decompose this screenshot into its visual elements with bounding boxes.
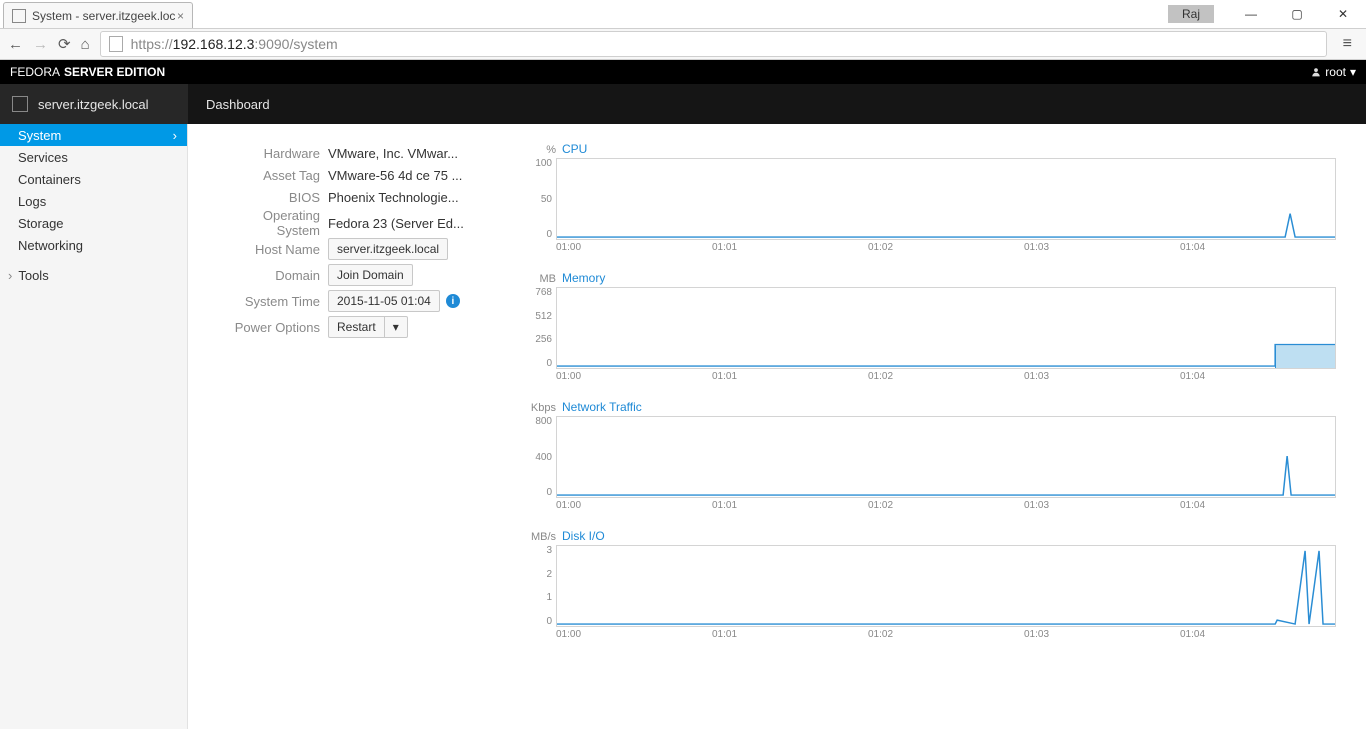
reload-button[interactable]: ⟳ bbox=[58, 35, 71, 53]
label-power: Power Options bbox=[218, 320, 328, 335]
value-hardware: VMware, Inc. VMwar... bbox=[328, 146, 488, 161]
system-time-button[interactable]: 2015-11-05 01:04 bbox=[328, 290, 440, 312]
x-axis: 01:0001:0101:0201:0301:04 bbox=[556, 371, 1336, 382]
url-scheme: https:// bbox=[131, 36, 173, 52]
sidebar-item-networking[interactable]: Networking bbox=[0, 234, 187, 256]
brand-bar: FEDORA SERVER EDITION root ▾ bbox=[0, 60, 1366, 84]
label-systime: System Time bbox=[218, 294, 328, 309]
chevron-down-icon: ▾ bbox=[1350, 65, 1356, 79]
home-button[interactable]: ⌂ bbox=[81, 36, 90, 53]
label-hardware: Hardware bbox=[218, 146, 328, 161]
label-domain: Domain bbox=[218, 268, 328, 283]
user-icon bbox=[1311, 67, 1321, 77]
join-domain-button[interactable]: Join Domain bbox=[328, 264, 413, 286]
chart-title[interactable]: CPU bbox=[562, 142, 587, 156]
y-axis: 3210 bbox=[526, 545, 556, 627]
chart-unit: MB/s bbox=[526, 531, 556, 543]
forward-button: → bbox=[33, 36, 48, 53]
address-bar[interactable]: https:// 192.168.12.3 :9090/system bbox=[100, 31, 1327, 57]
chart-unit: MB bbox=[526, 273, 556, 285]
host-selector[interactable]: server.itzgeek.local bbox=[0, 84, 188, 124]
page-icon bbox=[12, 9, 26, 23]
minimize-button[interactable]: — bbox=[1228, 7, 1274, 21]
brand-thin: FEDORA bbox=[10, 65, 60, 79]
url-host: 192.168.12.3 bbox=[173, 36, 255, 52]
sidebar: SystemServicesContainersLogsStorageNetwo… bbox=[0, 124, 188, 729]
sidebar-item-storage[interactable]: Storage bbox=[0, 212, 187, 234]
chart-title[interactable]: Network Traffic bbox=[562, 400, 642, 414]
chart-plot bbox=[556, 158, 1336, 240]
value-os: Fedora 23 (Server Ed... bbox=[328, 216, 488, 231]
y-axis: 100500 bbox=[526, 158, 556, 240]
x-axis: 01:0001:0101:0201:0301:04 bbox=[556, 500, 1336, 511]
value-assettag: VMware-56 4d ce 75 ... bbox=[328, 168, 488, 183]
sidebar-item-services[interactable]: Services bbox=[0, 146, 187, 168]
chart-title[interactable]: Disk I/O bbox=[562, 529, 605, 543]
value-bios: Phoenix Technologie... bbox=[328, 190, 488, 205]
chart-title[interactable]: Memory bbox=[562, 271, 605, 285]
x-axis: 01:0001:0101:0201:0301:04 bbox=[556, 629, 1336, 640]
hostname-button[interactable]: server.itzgeek.local bbox=[328, 238, 448, 260]
chart-cpu: % CPU 10050001:0001:0101:0201:0301:04 bbox=[526, 142, 1336, 253]
chart-unit: % bbox=[526, 144, 556, 156]
browser-tab[interactable]: System - server.itzgeek.loc × bbox=[3, 2, 193, 28]
y-axis: 8004000 bbox=[526, 416, 556, 498]
y-axis: 7685122560 bbox=[526, 287, 556, 369]
host-icon bbox=[12, 96, 28, 112]
chart-network-traffic: Kbps Network Traffic 800400001:0001:0101:0… bbox=[526, 400, 1336, 511]
sidebar-item-system[interactable]: System bbox=[0, 124, 187, 146]
sidebar-item-logs[interactable]: Logs bbox=[0, 190, 187, 212]
profile-badge[interactable]: Raj bbox=[1168, 5, 1214, 23]
sidebar-item-containers[interactable]: Containers bbox=[0, 168, 187, 190]
chart-plot bbox=[556, 545, 1336, 627]
tab-dashboard[interactable]: Dashboard bbox=[188, 84, 288, 124]
info-icon[interactable]: i bbox=[446, 294, 460, 308]
label-assettag: Asset Tag bbox=[218, 168, 328, 183]
brand-bold: SERVER EDITION bbox=[64, 65, 165, 79]
close-button[interactable]: ✕ bbox=[1320, 7, 1366, 21]
x-axis: 01:0001:0101:0201:0301:04 bbox=[556, 242, 1336, 253]
url-path: :9090/system bbox=[254, 36, 337, 52]
menu-button[interactable]: ≡ bbox=[1337, 35, 1358, 53]
user-name: root bbox=[1325, 65, 1346, 79]
chart-plot bbox=[556, 416, 1336, 498]
label-bios: BIOS bbox=[218, 190, 328, 205]
chart-disk-i-o: MB/s Disk I/O 321001:0001:0101:0201:0301:0… bbox=[526, 529, 1336, 640]
page-icon bbox=[109, 36, 123, 52]
maximize-button[interactable]: ▢ bbox=[1274, 7, 1320, 21]
label-hostname: Host Name bbox=[218, 242, 328, 257]
sidebar-item-tools[interactable]: Tools bbox=[0, 264, 187, 286]
host-name: server.itzgeek.local bbox=[38, 97, 149, 112]
close-icon[interactable]: × bbox=[177, 9, 184, 23]
chart-unit: Kbps bbox=[526, 402, 556, 414]
restart-button[interactable]: Restart bbox=[328, 316, 385, 338]
user-menu[interactable]: root ▾ bbox=[1311, 65, 1356, 79]
back-button[interactable]: ← bbox=[8, 36, 23, 53]
label-os: Operating System bbox=[218, 208, 328, 238]
chart-plot bbox=[556, 287, 1336, 369]
chart-memory: MB Memory 768512256001:0001:0101:0201:0301… bbox=[526, 271, 1336, 382]
tab-title: System - server.itzgeek.loc bbox=[32, 9, 175, 23]
power-dropdown[interactable]: ▾ bbox=[385, 316, 408, 338]
